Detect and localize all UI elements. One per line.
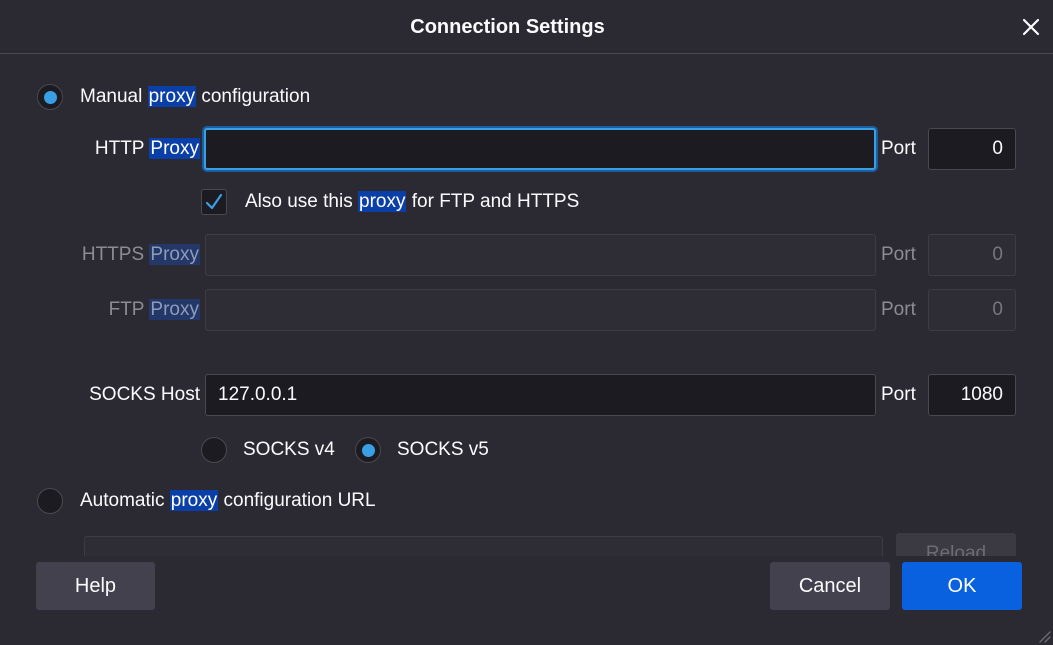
https-proxy-label: HTTPS Proxy [40, 234, 200, 276]
http-proxy-label: HTTP Proxy [40, 128, 200, 170]
socks-port-input[interactable]: 1080 [928, 374, 1016, 416]
manual-proxy-label: Manual proxy configuration [80, 84, 310, 110]
http-port-input[interactable]: 0 [928, 128, 1016, 170]
manual-proxy-label-highlight: proxy [147, 86, 197, 107]
manual-proxy-label-post: configuration [196, 86, 311, 107]
close-button[interactable] [1015, 8, 1047, 46]
ftp-proxy-input[interactable] [205, 289, 876, 331]
also-use-proxy-checkbox[interactable] [201, 189, 227, 215]
https-port-label: Port [881, 244, 916, 265]
auto-proxy-label-post: configuration URL [218, 490, 376, 511]
ftp-proxy-label-highlight: Proxy [149, 299, 200, 320]
socks-v4-label: SOCKS v4 [243, 439, 335, 460]
also-use-label-pre: Also use this [245, 191, 358, 212]
checkmark-icon [205, 193, 223, 210]
socks-host-label: SOCKS Host [89, 384, 200, 405]
help-button[interactable]: Help [36, 562, 155, 610]
ftp-proxy-label-pre: FTP [108, 299, 150, 320]
resize-grip-icon[interactable] [1037, 629, 1051, 643]
https-proxy-label-pre: HTTPS [81, 244, 150, 265]
http-proxy-label-highlight: Proxy [149, 138, 200, 159]
http-proxy-input[interactable] [204, 128, 876, 170]
socks-host-input[interactable]: 127.0.0.1 [205, 374, 876, 416]
auto-proxy-radio[interactable] [37, 488, 63, 514]
auto-proxy-label-highlight: proxy [169, 490, 219, 511]
ok-button[interactable]: OK [902, 562, 1022, 610]
close-icon [1022, 18, 1040, 36]
https-port-input[interactable]: 0 [928, 234, 1016, 276]
https-proxy-label-highlight: Proxy [149, 244, 200, 265]
socks-port-label: Port [881, 384, 916, 405]
also-use-label-highlight: proxy [358, 191, 407, 212]
scroll-clip-region: Reload [0, 520, 1053, 556]
socks-v5-radio[interactable] [355, 437, 381, 463]
auto-proxy-label: Automatic proxy configuration URL [80, 488, 376, 514]
manual-proxy-label-pre: Manual [80, 86, 148, 107]
socks-v5-label: SOCKS v5 [397, 439, 489, 460]
also-use-label-post: for FTP and HTTPS [406, 191, 580, 212]
reload-button[interactable]: Reload [896, 533, 1016, 556]
dialog-footer [0, 556, 1053, 645]
auto-proxy-url-input[interactable] [84, 536, 883, 556]
ftp-port-input[interactable]: 0 [928, 289, 1016, 331]
auto-proxy-label-pre: Automatic [80, 490, 170, 511]
socks-v4-radio[interactable] [201, 437, 227, 463]
http-port-label: Port [881, 138, 916, 159]
ftp-proxy-label: FTP Proxy [40, 289, 200, 331]
ftp-port-label: Port [881, 299, 916, 320]
manual-proxy-radio[interactable] [37, 84, 63, 110]
http-proxy-label-pre: HTTP [94, 138, 150, 159]
dialog-title: Connection Settings [410, 16, 605, 38]
also-use-proxy-label: Also use this proxy for FTP and HTTPS [245, 189, 579, 215]
cancel-button[interactable]: Cancel [770, 562, 890, 610]
https-proxy-input[interactable] [205, 234, 876, 276]
